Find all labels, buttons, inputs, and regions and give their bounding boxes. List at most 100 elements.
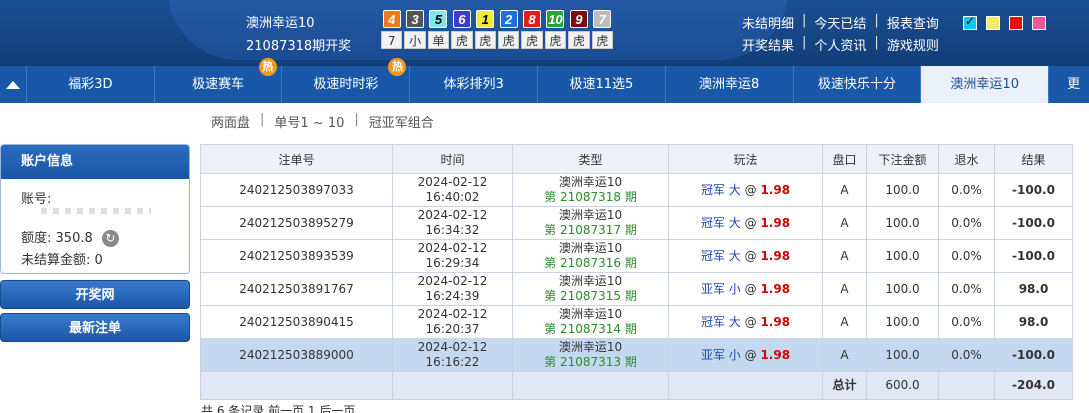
- table-row[interactable]: 240212503897033 2024-02-12 16:40:02 澳洲幸运10 第…: [200, 173, 1073, 207]
- draw-ball-column: 8虎: [520, 10, 543, 49]
- bet-issue: 第 21087318 期: [544, 190, 637, 204]
- nav-tab[interactable]: 极速时时彩热: [281, 58, 409, 103]
- bet-time: 16:40:02: [425, 190, 480, 204]
- bet-play-cell: 冠军 大 @ 1.98: [668, 305, 823, 339]
- unsettled-value: 0: [94, 253, 103, 268]
- nav-tab[interactable]: 澳洲幸运8: [664, 66, 793, 103]
- bet-at: @: [744, 347, 757, 362]
- latest-bets-button[interactable]: 最新注单: [0, 313, 190, 342]
- draw-site-button[interactable]: 开奖网: [0, 280, 190, 309]
- bet-result-cell: 98.0: [994, 272, 1073, 306]
- nav-tab-label: 极速时时彩: [313, 77, 379, 92]
- credit-value: 350.8: [55, 231, 93, 246]
- bet-id-cell: 240212503889000: [200, 338, 393, 372]
- nav-tab[interactable]: 福彩3D: [25, 66, 154, 103]
- top-link[interactable]: 报表查询: [887, 13, 939, 32]
- bet-amount-cell: 100.0: [866, 305, 939, 339]
- nav-tab[interactable]: 澳洲幸运10: [920, 66, 1049, 103]
- total-result-cell: -204.0: [994, 371, 1073, 400]
- nav-collapse-button[interactable]: [0, 66, 26, 103]
- top-link[interactable]: 今天已结: [814, 13, 866, 32]
- draw-ball: 10: [546, 10, 565, 28]
- draw-ball: 7: [593, 10, 612, 28]
- bet-rebate-cell: 0.0%: [938, 173, 995, 207]
- bet-type: 澳洲幸运10: [558, 175, 623, 189]
- bet-date: 2024-02-12: [417, 175, 488, 189]
- theme-swatch[interactable]: [986, 16, 1000, 30]
- bet-pan-cell: A: [822, 206, 867, 240]
- nav-tab[interactable]: 极速快乐十分: [792, 66, 921, 103]
- top-link[interactable]: 开奖结果: [742, 35, 794, 54]
- bet-odds: 1.98: [760, 182, 791, 197]
- bet-result-cell: 98.0: [994, 305, 1073, 339]
- table-row[interactable]: 240212503895279 2024-02-12 16:34:32 澳洲幸运10 第…: [200, 206, 1073, 240]
- top-link[interactable]: 个人资讯: [814, 35, 866, 54]
- bet-amount-cell: 100.0: [866, 272, 939, 306]
- theme-swatch[interactable]: [1009, 16, 1023, 30]
- ball-stat: 虎: [591, 31, 613, 49]
- bet-play: 冠军 大: [700, 215, 741, 230]
- bet-result-cell: -100.0: [994, 239, 1073, 273]
- draw-ball-column: 7虎: [591, 10, 614, 49]
- bet-play-cell: 亚军 小 @ 1.98: [668, 272, 823, 306]
- bet-date: 2024-02-12: [417, 307, 488, 321]
- bet-rebate-cell: 0.0%: [938, 305, 995, 339]
- bet-play: 亚军 小: [700, 347, 741, 362]
- total-empty-cell: [392, 371, 513, 400]
- bet-odds: 1.98: [760, 314, 791, 329]
- bet-issue: 第 21087317 期: [544, 223, 637, 237]
- link-separator: |: [874, 13, 879, 28]
- subnav-item[interactable]: 两面盘: [211, 112, 250, 131]
- total-amount-cell: 600.0: [866, 371, 939, 400]
- top-link[interactable]: 未结明细: [742, 13, 794, 32]
- bet-pan-cell: A: [822, 173, 867, 207]
- ball-stat: 虎: [544, 31, 567, 49]
- nav-tab-label: 澳洲幸运8: [699, 77, 760, 92]
- bet-time: 16:29:34: [425, 256, 480, 270]
- subnav-item[interactable]: 单号1 ~ 10: [274, 112, 344, 131]
- bet-play: 冠军 大: [700, 182, 741, 197]
- nav-tab-more[interactable]: 更多: [1048, 66, 1089, 129]
- bet-type: 澳洲幸运10: [558, 307, 623, 321]
- table-header-cell: 时间: [392, 144, 513, 174]
- bet-odds: 1.98: [760, 347, 791, 362]
- table-header-cell: 盘口: [822, 144, 867, 174]
- top-header: 澳洲幸运10 21087318期开奖 4 7 3 小 5 单 6 虎 1 虎 2 虎 8 虎 10 虎 9 虎 7 虎…: [0, 0, 1089, 66]
- theme-swatch[interactable]: [963, 14, 977, 30]
- top-link[interactable]: 游戏规则: [887, 35, 939, 54]
- lottery-name: 澳洲幸运10: [246, 16, 315, 31]
- nav-tab-label: 体彩排列3: [443, 77, 504, 92]
- link-separator: |: [802, 13, 807, 28]
- nav-tab[interactable]: 极速赛车热: [153, 58, 282, 103]
- bet-result-cell: -100.0: [994, 206, 1073, 240]
- total-label-cell: 总计: [822, 371, 867, 400]
- bet-rebate-cell: 0.0%: [938, 239, 995, 273]
- bet-odds: 1.98: [760, 248, 791, 263]
- bet-odds: 1.98: [760, 215, 791, 230]
- bet-rebate-cell: 0.0%: [938, 206, 995, 240]
- table-row[interactable]: 240212503891767 2024-02-12 16:24:39 澳洲幸运10 第…: [200, 272, 1073, 306]
- theme-swatch[interactable]: [1032, 16, 1046, 30]
- nav-tab[interactable]: 极速11选5: [537, 66, 665, 103]
- table-row[interactable]: 240212503889000 2024-02-12 16:16:22 澳洲幸运10 第…: [200, 338, 1073, 372]
- nav-tab-label: 福彩3D: [68, 77, 113, 92]
- bet-play-cell: 亚军 小 @ 1.98: [668, 338, 823, 372]
- theme-swatches: [963, 14, 1055, 30]
- pagination-text: 共 6 条记录 前一页 1 后一页: [201, 404, 356, 413]
- subnav-item[interactable]: 冠亚军组合: [369, 112, 434, 131]
- table-row[interactable]: 240212503890415 2024-02-12 16:20:37 澳洲幸运10 第…: [200, 305, 1073, 339]
- draw-ball-column: 3小: [403, 10, 426, 49]
- table-header-cell: 注单号: [200, 144, 393, 174]
- nav-tab[interactable]: 体彩排列3: [409, 66, 537, 103]
- bet-result-cell: -100.0: [994, 338, 1073, 372]
- draw-ball: 5: [429, 10, 448, 28]
- bet-amount-cell: 100.0: [866, 239, 939, 273]
- bet-id-cell: 240212503893539: [200, 239, 393, 273]
- refresh-icon[interactable]: ↻: [101, 230, 119, 247]
- total-empty-cell: [200, 371, 393, 400]
- ball-stat: 7: [381, 31, 403, 49]
- bet-pan-cell: A: [822, 239, 867, 273]
- table-row[interactable]: 240212503893539 2024-02-12 16:29:34 澳洲幸运10 第…: [200, 239, 1073, 273]
- bet-pan-cell: A: [822, 338, 867, 372]
- bet-issue: 第 21087314 期: [544, 322, 637, 336]
